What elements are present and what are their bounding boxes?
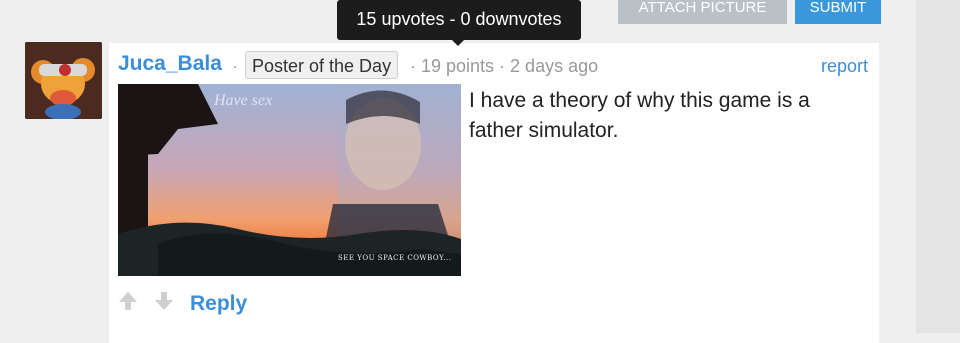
comment-image-graphic (118, 84, 461, 276)
avatar-image (25, 42, 102, 119)
arrow-up-icon[interactable] (117, 290, 139, 317)
vote-tooltip: 15 upvotes - 0 downvotes (337, 0, 581, 40)
avatar[interactable] (25, 42, 102, 119)
username-link[interactable]: Juca_Bala (118, 52, 222, 76)
user-badge: Poster of the Day (245, 51, 399, 79)
attach-picture-button[interactable]: ATTACH PICTURE (618, 0, 787, 24)
header-separator: · (232, 56, 238, 76)
submit-button[interactable]: SUBMIT (795, 0, 881, 24)
reply-button[interactable]: Reply (190, 292, 247, 316)
comment-meta: · 19 points · 2 days ago (410, 56, 599, 76)
arrow-down-icon[interactable] (153, 290, 175, 317)
tooltip-arrow (451, 39, 465, 46)
page-edge (916, 0, 960, 333)
report-link[interactable]: report (821, 56, 868, 77)
comment-image[interactable]: Have sex SEE YOU SPACE COWBOY... (118, 84, 461, 276)
image-overlay-text: Have sex (214, 92, 273, 109)
comment-text: I have a theory of why this game is a fa… (469, 89, 810, 142)
image-caption: SEE YOU SPACE COWBOY... (338, 254, 452, 262)
